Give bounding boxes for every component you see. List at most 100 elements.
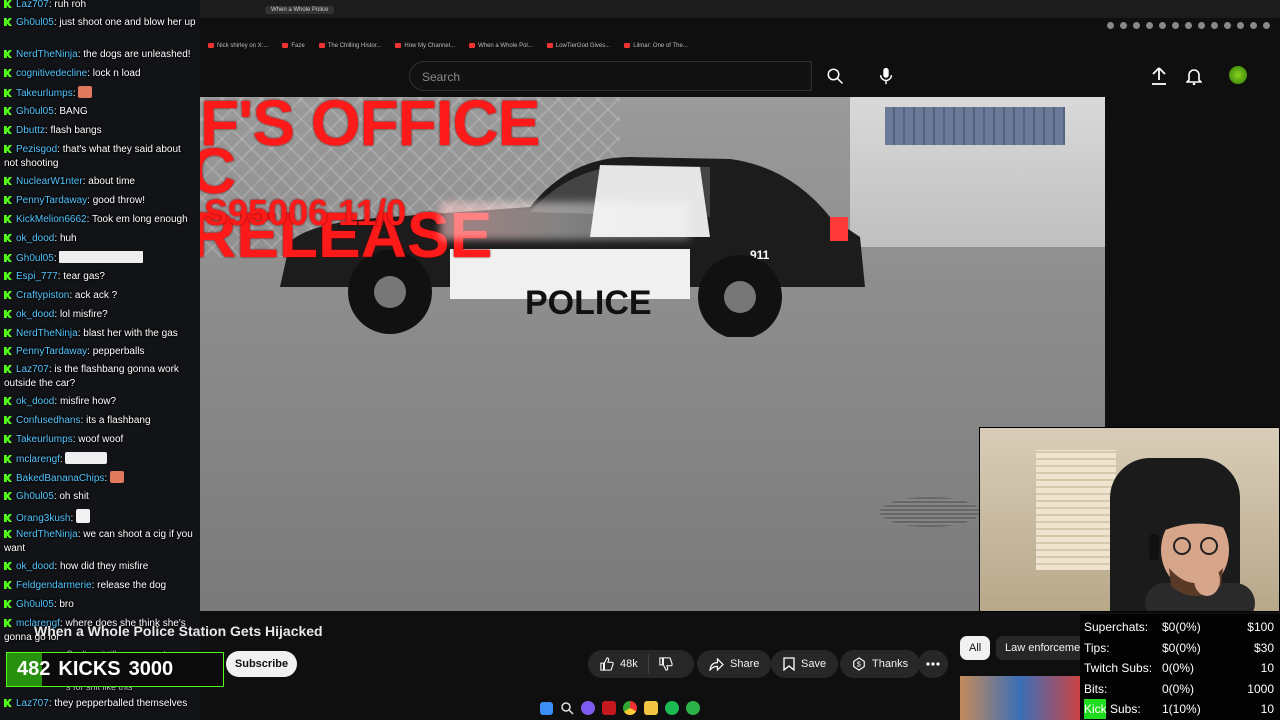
spotify-icon[interactable] bbox=[665, 701, 679, 715]
chat-username[interactable]: Laz707 bbox=[16, 0, 49, 10]
extension-icon[interactable] bbox=[1146, 22, 1153, 29]
notifications-button[interactable] bbox=[1182, 64, 1206, 88]
goal-label: Tips: bbox=[1084, 640, 1110, 655]
chat-username[interactable]: Gh0ul05 bbox=[16, 253, 54, 264]
kick-badge-icon bbox=[4, 619, 12, 627]
browser-tab[interactable]: When a Whole Police bbox=[265, 6, 335, 14]
avatar[interactable] bbox=[1229, 66, 1247, 84]
more-actions-button[interactable] bbox=[918, 650, 948, 678]
chat-message: ok_dood: how did they misfire bbox=[4, 560, 196, 574]
chat-username[interactable]: ok_dood bbox=[16, 233, 54, 244]
chrome-icon[interactable] bbox=[623, 701, 637, 715]
recommended-thumbnail[interactable] bbox=[960, 676, 1080, 720]
chat-username[interactable]: Espi_777 bbox=[16, 271, 58, 282]
chat-username[interactable]: BakedBananaChips bbox=[16, 473, 104, 484]
extension-icon[interactable] bbox=[1211, 22, 1218, 29]
chat-username[interactable]: Craftypiston bbox=[16, 290, 69, 301]
chat-username[interactable]: Laz707 bbox=[16, 698, 49, 709]
goal-row: Superchats: $0(0%) $100 bbox=[1084, 617, 1280, 637]
chat-username[interactable]: Pezisgod bbox=[16, 144, 57, 155]
storm-drain bbox=[880, 497, 980, 527]
chip-law-enforcement[interactable]: Law enforcemen bbox=[996, 636, 1080, 660]
chat-emote-icon bbox=[109, 471, 124, 483]
discord-icon[interactable] bbox=[581, 701, 595, 715]
bookmark-item[interactable]: The Chilling Histor... bbox=[318, 42, 381, 49]
extension-icon[interactable] bbox=[1107, 22, 1114, 29]
chat-emote-icon bbox=[76, 509, 91, 523]
goal-row: Kick Subs: 1(10%) 10 bbox=[1084, 699, 1280, 719]
extension-icon[interactable] bbox=[1172, 22, 1179, 29]
upload-button[interactable] bbox=[1147, 64, 1171, 88]
chat-username[interactable]: Takeurlumps bbox=[16, 88, 73, 99]
thanks-button[interactable]: $ Thanks bbox=[840, 650, 921, 678]
bookmark-item[interactable]: LowTierGod Gives... bbox=[546, 42, 610, 49]
chat-username[interactable]: Dbuttz bbox=[16, 125, 45, 136]
chat-username[interactable]: ok_dood bbox=[16, 561, 54, 572]
bookmark-item[interactable]: Lilmar: One of The... bbox=[624, 42, 688, 49]
chat-username[interactable]: ok_dood bbox=[16, 396, 54, 407]
dislike-button[interactable] bbox=[649, 657, 683, 671]
extension-icon[interactable] bbox=[1185, 22, 1192, 29]
bookmark-label: When a Whole Pol... bbox=[478, 43, 533, 50]
chat-text: just shoot one and blow her up bbox=[59, 17, 196, 28]
extension-icon[interactable] bbox=[1263, 22, 1270, 29]
extension-icon[interactable] bbox=[1198, 22, 1205, 29]
chat-message: Gh0ul05: bro bbox=[4, 598, 196, 612]
kick-badge-icon bbox=[4, 365, 12, 373]
bookmark-item[interactable]: When a Whole Pol... bbox=[469, 42, 533, 50]
video-player[interactable]: POLICE 911 F'S OFFICE C RELEASE S95006 1… bbox=[200, 97, 1105, 611]
save-button[interactable]: Save bbox=[771, 650, 839, 678]
chat-username[interactable]: PennyTardaway bbox=[16, 195, 87, 206]
share-button[interactable]: Share bbox=[697, 650, 772, 678]
chat-text: flash bangs bbox=[50, 125, 102, 136]
chat-username[interactable]: KickMelion6662 bbox=[16, 214, 87, 225]
kick-badge-icon bbox=[4, 69, 12, 77]
chat-username[interactable]: Confusedhans bbox=[16, 415, 81, 426]
extension-icon[interactable] bbox=[1120, 22, 1127, 29]
microphone-icon bbox=[879, 67, 893, 85]
bookmark-item[interactable]: Faze bbox=[282, 42, 305, 49]
chat-username[interactable]: Gh0ul05 bbox=[16, 17, 54, 28]
chat-username[interactable]: cognitivedecline bbox=[16, 68, 87, 79]
chat-username[interactable]: NerdTheNinja bbox=[16, 49, 78, 60]
search-icon[interactable] bbox=[560, 701, 574, 715]
xbox-icon[interactable] bbox=[686, 701, 700, 715]
chat-username[interactable]: ok_dood bbox=[16, 309, 54, 320]
like-button[interactable]: 48k bbox=[588, 655, 649, 673]
chat-username[interactable]: PennyTardaway bbox=[16, 346, 87, 357]
subscribe-button[interactable]: Subscribe bbox=[226, 651, 297, 677]
kick-badge-icon bbox=[4, 234, 12, 242]
chat-username[interactable]: Gh0ul05 bbox=[16, 491, 54, 502]
chat-username[interactable]: Feldgendarmerie bbox=[16, 580, 92, 591]
chip-all[interactable]: All bbox=[960, 636, 991, 660]
goal-label: Kick Subs: bbox=[1084, 702, 1141, 716]
chat-emote-icon bbox=[78, 86, 93, 98]
chat-username[interactable]: Gh0ul05 bbox=[16, 106, 54, 117]
windows-start-icon[interactable] bbox=[540, 701, 553, 715]
chat-text: huh bbox=[59, 233, 77, 244]
extension-icon[interactable] bbox=[1250, 22, 1257, 29]
search-input[interactable]: Search bbox=[409, 61, 812, 91]
chat-text: bro bbox=[59, 599, 74, 610]
bookmark-item[interactable]: How My Channel... bbox=[395, 42, 455, 49]
folder-icon[interactable] bbox=[644, 701, 658, 715]
extension-icon[interactable] bbox=[1224, 22, 1231, 29]
search-button[interactable] bbox=[812, 61, 857, 91]
extension-icon[interactable] bbox=[1237, 22, 1244, 29]
extension-icon[interactable] bbox=[1133, 22, 1140, 29]
chat-username[interactable]: NerdTheNinja bbox=[16, 529, 78, 540]
chat-text: lol misfire? bbox=[59, 309, 108, 320]
chat-username[interactable]: NerdTheNinja bbox=[16, 328, 78, 339]
chat-username[interactable]: mclarengf bbox=[16, 454, 60, 465]
extension-icon[interactable] bbox=[1159, 22, 1166, 29]
chat-username[interactable]: Takeurlumps bbox=[16, 434, 73, 445]
chat-text: release the dog bbox=[97, 580, 167, 591]
voice-search-button[interactable] bbox=[870, 60, 902, 92]
chat-username[interactable]: NuclearW1nter bbox=[16, 176, 83, 187]
chat-username[interactable]: Laz707 bbox=[16, 364, 49, 375]
app-icon[interactable] bbox=[602, 701, 616, 715]
kick-badge-icon bbox=[4, 291, 12, 299]
chat-username[interactable]: Orang3kush bbox=[16, 513, 70, 524]
bookmark-item[interactable]: Nick shirley on X:... bbox=[208, 42, 268, 49]
chat-username[interactable]: Gh0ul05 bbox=[16, 599, 54, 610]
